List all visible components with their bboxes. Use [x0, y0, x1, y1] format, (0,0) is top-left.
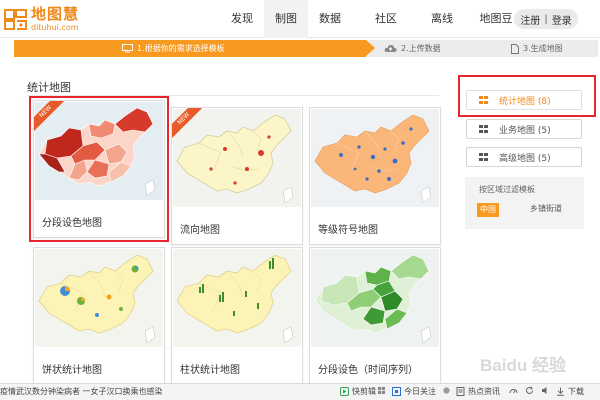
- apps-toggle[interactable]: [443, 386, 453, 395]
- category-advanced-maps[interactable]: 高级地图 (5): [466, 147, 582, 167]
- grid-icon: [479, 153, 489, 161]
- grid-toggle[interactable]: [378, 386, 388, 395]
- nav-item-data[interactable]: 数据: [314, 0, 346, 38]
- nav-item-mapping[interactable]: 制图: [264, 0, 308, 38]
- baidu-watermark-logo: Baidu 经验: [480, 355, 567, 375]
- time-series-map-thumbnail: [311, 249, 439, 347]
- nav-item-beans[interactable]: 地图豆: [476, 0, 516, 38]
- category-label: 高级地图 (5): [499, 153, 551, 164]
- bar-chart-map-thumbnail: [173, 249, 301, 347]
- main-nav: 发现 制图 数据 社区 离线 地图豆: [222, 0, 516, 38]
- category-stat-maps[interactable]: 统计地图 (8): [466, 90, 582, 110]
- download-item[interactable]: 下载: [556, 386, 584, 397]
- new-ribbon: NEW: [34, 101, 64, 131]
- graduated-symbol-map-thumbnail: [311, 109, 439, 207]
- auth-separator: |: [544, 13, 548, 25]
- cloud-upload-icon: [384, 45, 397, 52]
- grid-icon: [479, 96, 489, 104]
- section-title: 统计地图: [27, 81, 71, 94]
- speed-icon: [509, 389, 518, 394]
- card-label: 分段设色地图: [42, 218, 102, 229]
- template-card-choropleth[interactable]: NEW 分段设色地图: [29, 96, 169, 242]
- page: 地图慧 dituhui.com 发现 制图 数据 社区 离线 地图豆 注册 | …: [0, 0, 600, 400]
- logo-name: 地图慧: [31, 4, 80, 23]
- card-label: 分段设色（时间序列）: [318, 365, 418, 376]
- filter-title: 按区域过滤模板: [479, 185, 535, 194]
- template-card-pie-chart-map[interactable]: 饼状统计地图: [33, 247, 165, 385]
- logo-icon: [4, 9, 27, 30]
- auth-group: 注册 | 登录: [514, 9, 578, 29]
- news-ticker[interactable]: 疫情武汉数分钟染病者 一女子汉口换乘也感染: [0, 386, 330, 397]
- pie-chart-map-thumbnail: [35, 249, 163, 347]
- category-business-maps[interactable]: 业务地图 (5): [466, 119, 582, 139]
- refresh-icon-item[interactable]: [525, 386, 537, 395]
- step-1-label: 1.根据你的需求选择模板: [137, 44, 225, 53]
- template-card-flow[interactable]: NEW 流向地图: [171, 107, 303, 245]
- watermark-text: Baidu 经验: [480, 355, 567, 375]
- play-icon: [340, 387, 349, 396]
- card-label: 饼状统计地图: [42, 365, 102, 376]
- apps-icon: [443, 387, 450, 394]
- card-label: 流向地图: [180, 225, 220, 236]
- new-ribbon: NEW: [172, 108, 202, 138]
- step-progress-bar: 1.根据你的需求选择模板 2.上传数据 3.生成地图: [14, 40, 598, 57]
- document-icon: [511, 43, 519, 54]
- section-divider: [27, 95, 439, 96]
- logo[interactable]: 地图慧 dituhui.com: [4, 4, 79, 34]
- filter-town-link[interactable]: 乡镇街道: [530, 203, 562, 214]
- region-filter-panel: 按区域过滤模板 中国 乡镇街道: [465, 177, 584, 229]
- step-3-label: 3.生成地图: [523, 44, 563, 53]
- eye-icon: [392, 387, 401, 396]
- refresh-icon: [526, 386, 533, 394]
- register-link[interactable]: 注册: [520, 12, 540, 27]
- category-label: 统计地图 (8): [499, 96, 551, 107]
- step-2-label: 2.上传数据: [401, 44, 441, 53]
- grid-icon: [479, 125, 489, 133]
- card-label: 柱状统计地图: [180, 365, 240, 376]
- filter-china-button[interactable]: 中国: [477, 203, 499, 217]
- doc-icon: [456, 387, 465, 396]
- top-header: 地图慧 dituhui.com 发现 制图 数据 社区 离线 地图豆 注册 | …: [0, 0, 600, 38]
- template-card-bar-chart-map[interactable]: 柱状统计地图: [171, 247, 303, 385]
- nav-item-offline[interactable]: 离线: [426, 0, 458, 38]
- template-card-time-series-choropleth[interactable]: 分段设色（时间序列）: [309, 247, 441, 385]
- nav-item-community[interactable]: 社区: [370, 0, 402, 38]
- grid-icon: [378, 387, 385, 394]
- login-link[interactable]: 登录: [552, 12, 572, 27]
- logo-url: dituhui.com: [31, 22, 79, 32]
- hot-news-item[interactable]: 热点资讯: [456, 386, 500, 397]
- volume-icon-item[interactable]: [541, 386, 553, 395]
- template-card-graduated-symbol[interactable]: 等级符号地图: [309, 107, 441, 245]
- speed-icon-item[interactable]: [509, 386, 521, 395]
- download-icon: [557, 387, 564, 396]
- browser-bottom-bar: 疫情武汉数分钟染病者 一女子汉口换乘也感染 快剪辑 今日关注 热点资讯 下载: [0, 383, 600, 400]
- today-focus-item[interactable]: 今日关注: [392, 386, 436, 397]
- nav-item-discover[interactable]: 发现: [226, 0, 258, 38]
- monitor-icon: [122, 44, 133, 53]
- step-generate-map: 3.生成地图: [511, 40, 563, 57]
- volume-icon: [542, 387, 547, 394]
- quick-edit-item[interactable]: 快剪辑: [340, 386, 376, 397]
- card-label: 等级符号地图: [318, 225, 378, 236]
- step-select-template: 1.根据你的需求选择模板: [14, 40, 375, 57]
- category-label: 业务地图 (5): [499, 125, 551, 136]
- step-upload-data: 2.上传数据: [384, 40, 441, 57]
